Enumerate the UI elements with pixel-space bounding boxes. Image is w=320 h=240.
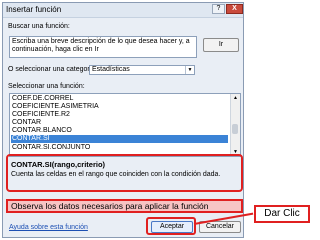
help-button[interactable]: ?	[212, 4, 225, 14]
callout-label: Dar Clic	[254, 205, 310, 223]
instruction-banner: Observa los datos necesarios para aplica…	[6, 199, 243, 213]
scroll-up-icon[interactable]: ▲	[231, 94, 240, 102]
list-item[interactable]: CONTAR	[12, 119, 41, 127]
scrollbar[interactable]: ▲ ▼	[230, 94, 240, 156]
list-item[interactable]: CONTAR.SI.CONJUNTO	[12, 144, 90, 152]
search-label: Buscar una función:	[8, 23, 70, 30]
dialog-title: Insertar función	[6, 5, 62, 14]
list-item[interactable]: CONTAR.BLANCO	[12, 127, 72, 135]
list-item-selected[interactable]: CONTAR.SI	[11, 135, 228, 143]
help-link[interactable]: Ayuda sobre esta función	[9, 224, 88, 231]
accept-highlight	[146, 217, 196, 235]
function-list-label: Seleccionar una función:	[8, 83, 85, 90]
title-bar: Insertar función ? X	[3, 3, 243, 18]
close-button[interactable]: X	[226, 4, 243, 14]
search-input[interactable]: Escriba una breve descripción de lo que …	[9, 36, 197, 58]
list-item[interactable]: COEFICIENTE.ASIMETRIA	[12, 103, 99, 111]
function-list[interactable]: COEF.DE.CORREL COEFICIENTE.ASIMETRIA COE…	[9, 93, 241, 157]
category-value: Estadísticas	[92, 66, 130, 73]
ir-button[interactable]: Ir	[203, 38, 239, 52]
list-item[interactable]: COEF.DE.CORREL	[12, 95, 73, 103]
category-select[interactable]: Estadísticas ▼	[89, 65, 195, 75]
list-item[interactable]: COEFICIENTE.R2	[12, 111, 70, 119]
category-label: O seleccionar una categoría:	[8, 66, 98, 73]
description-highlight	[6, 154, 243, 192]
chevron-down-icon[interactable]: ▼	[185, 66, 194, 74]
scroll-thumb[interactable]	[232, 124, 238, 134]
